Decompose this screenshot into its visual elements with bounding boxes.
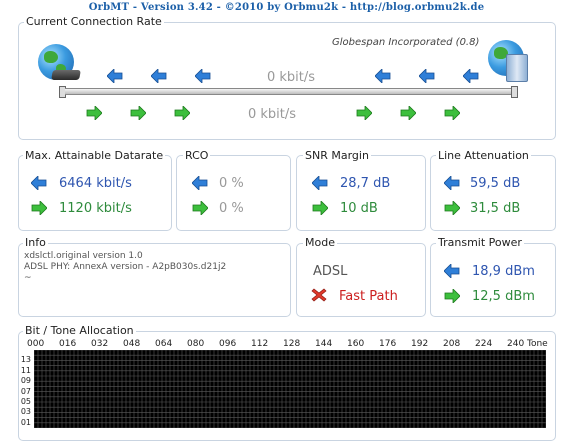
attenuation-panel [430, 155, 556, 231]
info-line: xdslctl.original version 1.0 [24, 251, 143, 261]
y-tick-label: 05 [20, 397, 31, 406]
up-arrow-icon [130, 106, 146, 120]
up-arrow-icon [444, 289, 460, 303]
chipset-label: Globespan Incorporated (0.8) [332, 37, 480, 48]
down-arrow-icon [463, 69, 479, 83]
attenuation-down-value: 59,5 dB [470, 176, 521, 191]
cable-plug-right [511, 86, 518, 98]
x-tick-label: 096 [219, 339, 237, 349]
down-arrow-icon [192, 176, 208, 190]
power-panel [430, 243, 556, 317]
attenuation-label: Line Attenuation [436, 149, 531, 162]
window-title: OrbMT - Version 3.42 - ©2010 by Orbmu2k … [88, 2, 485, 13]
x-tick-label: 016 [59, 339, 77, 349]
datarate-up-value: 1120 kbit/s [59, 201, 132, 216]
line-cable [65, 88, 511, 95]
y-tick-label: 11 [20, 365, 31, 375]
snr-down-value: 28,7 dB [340, 176, 391, 191]
x-tick-label: 208 [443, 339, 461, 349]
mode-standard: ADSL [313, 264, 348, 279]
down-arrow-icon [444, 176, 460, 190]
bit-tone-label: Bit / Tone Allocation [23, 324, 136, 337]
bit-tone-chart [34, 350, 546, 428]
up-arrow-icon [192, 201, 208, 215]
rco-label: RCO [183, 149, 211, 162]
x-tick-label: 080 [187, 339, 205, 349]
attenuation-up-value: 31,5 dB [470, 201, 521, 216]
datarate-panel [18, 155, 172, 231]
x-tick-label: 144 [315, 339, 333, 349]
x-tick-label: 128 [283, 339, 301, 349]
x-tick-label: 176 [379, 339, 397, 349]
x-tick-label: 112 [251, 339, 269, 349]
y-tick-label: 01 [20, 417, 31, 427]
datarate-down-value: 6464 kbit/s [59, 176, 132, 191]
mode-path: Fast Path [339, 289, 398, 304]
down-arrow-icon [195, 69, 211, 83]
datarate-label: Max. Attainable Datarate [23, 149, 166, 162]
snr-up-value: 10 dB [340, 201, 378, 216]
up-arrow-icon [31, 201, 47, 215]
down-arrow-icon [444, 264, 460, 278]
down-arrow-icon [375, 69, 391, 83]
up-arrow-icon [444, 201, 460, 215]
rco-up-value: 0 % [219, 201, 244, 216]
up-arrow-icon [312, 201, 328, 215]
close-x-icon [311, 288, 327, 302]
down-arrow-icon [107, 69, 123, 83]
snr-label: SNR Margin [303, 149, 371, 162]
y-tick-label: 03 [20, 407, 31, 417]
info-line: ADSL PHY: AnnexA version - A2pB030s.d21j… [24, 262, 227, 272]
mode-label: Mode [303, 236, 337, 249]
down-arrow-icon [31, 176, 47, 190]
x-tick-label: 064 [155, 339, 173, 349]
y-tick-label: 09 [20, 376, 31, 386]
up-arrow-icon [444, 106, 460, 120]
x-tick-label: 224 [475, 339, 493, 349]
up-arrow-icon [174, 106, 190, 120]
y-tick-label: 07 [20, 386, 31, 396]
current-down-rate: 0 kbit/s [267, 70, 316, 85]
x-axis-label: Tone [527, 339, 548, 349]
power-up-value: 12,5 dBm [472, 289, 535, 304]
x-tick-label: 160 [347, 339, 365, 349]
connection-rate-label: Current Connection Rate [24, 15, 164, 28]
mode-panel [296, 243, 426, 317]
power-label: Transmit Power [436, 236, 524, 249]
y-tick-label: 13 [20, 355, 31, 365]
down-arrow-icon [312, 176, 328, 190]
modem-icon [51, 70, 81, 80]
x-tick-label: 048 [123, 339, 141, 349]
up-arrow-icon [86, 106, 102, 120]
snr-panel [296, 155, 426, 231]
power-down-value: 18,9 dBm [472, 264, 535, 279]
current-up-rate: 0 kbit/s [248, 107, 297, 122]
x-tick-label: 032 [91, 339, 109, 349]
x-tick-label: 192 [411, 339, 429, 349]
down-arrow-icon [151, 69, 167, 83]
up-arrow-icon [400, 106, 416, 120]
rco-down-value: 0 % [219, 176, 244, 191]
x-tick-label: 000 [27, 339, 45, 349]
down-arrow-icon [419, 69, 435, 83]
server-icon [506, 54, 528, 82]
rco-panel [176, 155, 291, 231]
x-tick-label: 240 [507, 339, 525, 349]
up-arrow-icon [356, 106, 372, 120]
info-line: ~ [24, 273, 32, 283]
info-label: Info [23, 236, 48, 249]
